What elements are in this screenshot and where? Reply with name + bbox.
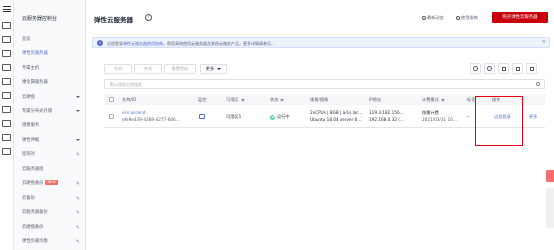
sidebar-item-dss[interactable]: 专属分布式存储 xyxy=(22,107,84,116)
col-az[interactable]: 可用区 xyxy=(226,97,245,103)
sidebar-item-disk-backup-2[interactable]: 云硬盘备份 ✎ xyxy=(22,223,84,232)
settings-button[interactable] xyxy=(484,63,495,74)
start-button[interactable]: 开机 xyxy=(104,64,132,74)
sidebar-item-server-group[interactable]: 云服务器组 xyxy=(22,165,84,174)
col-monitor: 监控 xyxy=(198,97,207,102)
globe-icon[interactable] xyxy=(2,64,11,71)
filter-icon[interactable] xyxy=(440,98,445,102)
export-button[interactable] xyxy=(526,63,537,74)
availability-zone: 可用区1 xyxy=(226,114,242,119)
storage-icon[interactable] xyxy=(2,134,11,141)
info-icon: i xyxy=(97,40,103,46)
more-actions-link[interactable]: 更多 xyxy=(529,114,537,120)
star-icon[interactable] xyxy=(2,36,11,43)
refresh-icon xyxy=(473,66,478,71)
sidebar-item-as[interactable]: 弹性伸缩 xyxy=(22,136,84,145)
chevron-down-icon xyxy=(76,139,80,141)
grid-view-icon xyxy=(515,66,520,71)
search-icon[interactable] xyxy=(536,82,540,86)
close-icon[interactable]: × xyxy=(541,39,546,45)
stop-button[interactable]: 关机 xyxy=(134,64,162,74)
sidebar-item-evs[interactable]: 云硬盘 xyxy=(22,93,84,102)
buy-ecs-button[interactable]: 购买弹性云服务器 xyxy=(492,12,548,23)
private-ip: 192.168.0.32 (… xyxy=(369,117,405,122)
external-link-icon: ✎ xyxy=(75,239,80,245)
col-status[interactable]: 状态 xyxy=(270,97,285,103)
external-link-icon: ✎ xyxy=(75,181,80,187)
sidebar-item-dedicated-host[interactable]: 专属主机 xyxy=(22,64,84,73)
sidebar-item-overview[interactable]: 总览 xyxy=(22,35,84,44)
latest-news-link[interactable]: 最新动态 xyxy=(422,15,444,21)
home-icon[interactable] xyxy=(2,22,11,29)
select-all-checkbox[interactable] xyxy=(109,97,114,102)
page-header: 弹性云服务器 ? 最新动态 使用指南 购买弹性云服务器 xyxy=(86,0,554,34)
annotation-highlight-box xyxy=(475,96,523,146)
monitor-icon[interactable] xyxy=(2,120,11,127)
filter-icon[interactable] xyxy=(240,98,245,102)
database-icon[interactable] xyxy=(2,78,11,85)
col-name: 名称/ID xyxy=(122,97,137,102)
book-icon xyxy=(456,16,460,20)
status-running: 运行中 xyxy=(270,114,290,120)
notice-banner: i 远程登录弹性云服务器使用指南，帮您高效使用云服务器及其他云服务产品，更多详情… xyxy=(92,37,550,48)
sidebar-item-server-backup[interactable]: 云服务器备份 ✎ xyxy=(22,208,84,217)
external-link-icon: ✎ xyxy=(75,152,80,158)
created-time: 2021/03/31 16… xyxy=(422,117,457,122)
check-circle-icon xyxy=(270,114,275,120)
server-icon[interactable] xyxy=(2,50,11,57)
sidebar-item-keypair[interactable]: 密钥对 ✎ xyxy=(22,150,84,159)
external-link-icon: ✎ xyxy=(75,225,80,231)
export-icon xyxy=(529,66,534,71)
col-billing[interactable]: 计费模式 xyxy=(422,97,445,103)
icon-rail xyxy=(0,0,14,250)
spec-line: 2vCPUs | 8GB | ai1s.lar… xyxy=(310,110,363,115)
gear-icon xyxy=(487,66,492,71)
row-checkbox[interactable] xyxy=(109,114,114,119)
instance-name-link[interactable]: ecs-ascend xyxy=(122,110,146,115)
sidebar-title: 云服务器控制台 xyxy=(22,16,58,22)
sidebar-item-disk-backup[interactable]: 云硬盘备份 NEW ✎ xyxy=(22,179,84,188)
list-view-button[interactable] xyxy=(498,63,509,74)
bell-icon xyxy=(422,16,426,20)
refresh-button[interactable] xyxy=(470,63,481,74)
filter-icon[interactable] xyxy=(280,98,285,102)
instance-id: efe9e439-4389-4277-666… xyxy=(122,117,180,122)
external-link-icon: ✎ xyxy=(75,210,80,216)
monitor-chart-icon[interactable] xyxy=(199,114,205,119)
public-ip: 119.3.182.156… xyxy=(369,110,404,115)
sidebar-item-bms[interactable]: 裸金属服务器 xyxy=(22,78,84,87)
billing-mode: 按需计费 xyxy=(422,110,439,115)
image-line: Ubuntu 18.04 server 6… xyxy=(310,117,362,122)
page-title: 弹性云服务器 xyxy=(94,16,133,24)
more-button[interactable]: 更多 xyxy=(200,64,227,74)
notice-text: 远程登录弹性云服务器使用指南，帮您高效使用云服务器及其他云服务产品，更多详情请参… xyxy=(107,40,275,46)
notice-link[interactable]: 弹性云服务器使用指南 xyxy=(123,41,163,46)
menu-icon[interactable] xyxy=(3,6,11,12)
reset-password-button[interactable]: 重置密码 xyxy=(164,64,196,74)
network-icon[interactable] xyxy=(2,92,11,99)
sidebar: 云服务器控制台 总览 弹性云服务器 专属主机 裸金属服务器 云硬盘 专属分布式存… xyxy=(14,0,86,250)
side-tools-tab[interactable] xyxy=(546,188,554,228)
sidebar-item-cbr[interactable]: 云备份 ✎ xyxy=(22,194,84,203)
grid-view-button[interactable] xyxy=(512,63,523,74)
sidebar-item-ims[interactable]: 镜像服务 xyxy=(22,121,84,130)
sidebar-item-elb[interactable]: 弹性负载均衡 ✎ xyxy=(22,237,84,246)
new-badge: NEW xyxy=(45,180,58,185)
chevron-down-icon xyxy=(76,110,80,112)
security-icon[interactable] xyxy=(2,106,11,113)
settings-icon[interactable] xyxy=(2,148,11,155)
col-ip: IP地址 xyxy=(369,97,382,102)
list-view-icon xyxy=(501,66,506,71)
search-input[interactable]: 默认按照名称搜索 xyxy=(104,79,545,89)
external-link-icon: ✎ xyxy=(75,196,80,202)
help-icon[interactable]: ? xyxy=(145,14,152,21)
feedback-tab[interactable] xyxy=(546,170,554,182)
col-spec: 规格/镜像 xyxy=(310,97,329,102)
chevron-down-icon xyxy=(76,96,80,98)
chevron-down-icon xyxy=(217,68,222,70)
usage-guide-link[interactable]: 使用指南 xyxy=(456,15,478,21)
sidebar-item-ecs[interactable]: 弹性云服务器 xyxy=(22,49,84,58)
search-placeholder: 默认按照名称搜索 xyxy=(110,82,142,87)
tag-value: -- xyxy=(467,114,471,119)
